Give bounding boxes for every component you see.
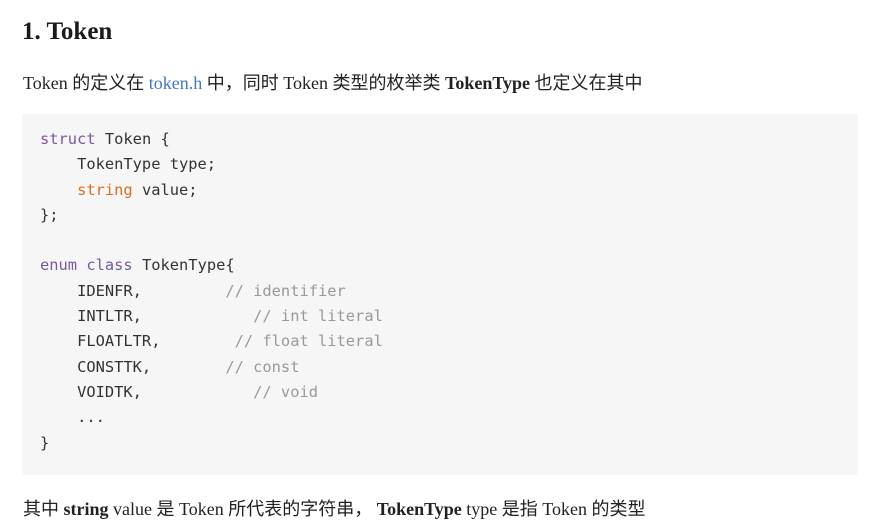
code-token-plain: value; bbox=[132, 180, 198, 199]
outro-prefix: 其中 bbox=[23, 499, 64, 519]
section-heading: 1. Token bbox=[22, 18, 113, 45]
code-token-plain: TokenType type; bbox=[40, 155, 217, 174]
code-line: string value; bbox=[40, 178, 840, 203]
code-lines: struct Token { TokenType type; string va… bbox=[40, 127, 840, 456]
outro-paragraph: 其中 string value 是 Token 所代表的字符串， TokenTy… bbox=[23, 496, 645, 522]
intro-paragraph: Token 的定义在 token.h 中，同时 Token 类型的枚举类 Tok… bbox=[23, 70, 643, 96]
code-line: VOIDTK, // void bbox=[40, 380, 840, 405]
code-block: struct Token { TokenType type; string va… bbox=[22, 114, 858, 475]
code-token-plain: TokenType{ bbox=[132, 256, 235, 275]
code-line: TokenType type; bbox=[40, 152, 840, 177]
intro-suffix: 也定义在其中 bbox=[530, 73, 643, 93]
code-content: struct Token { TokenType type; string va… bbox=[40, 127, 840, 456]
code-token-comment: // void bbox=[253, 382, 318, 401]
code-line: CONSTTK, // const bbox=[40, 355, 840, 380]
intro-middle: 中，同时 Token 类型的枚举类 bbox=[202, 73, 445, 93]
code-line: ... bbox=[40, 405, 840, 430]
code-token-plain: INTLTR, bbox=[40, 307, 254, 326]
code-line: IDENFR, // identifier bbox=[40, 279, 840, 304]
outro-suffix: type 是指 Token 的类型 bbox=[461, 499, 646, 519]
code-token-keyword: enum bbox=[40, 256, 78, 275]
code-token-comment: // identifier bbox=[225, 281, 346, 300]
outro-part2: value 是 Token 所代表的字符串， bbox=[108, 499, 377, 519]
code-token-comment: // int literal bbox=[253, 307, 383, 326]
code-line: enum class TokenType{ bbox=[40, 253, 840, 278]
code-line: }; bbox=[40, 203, 840, 228]
code-token-plain: IDENFR, bbox=[40, 281, 226, 300]
code-token-keyword: class bbox=[86, 256, 133, 275]
code-token-comment: // const bbox=[225, 357, 300, 376]
intro-prefix: Token 的定义在 bbox=[23, 73, 149, 93]
code-token-plain: } bbox=[40, 433, 50, 452]
token-h-link[interactable]: token.h bbox=[149, 73, 203, 93]
code-token-plain: FLOATLTR, bbox=[40, 332, 235, 351]
intro-tokentype-bold: TokenType bbox=[444, 73, 531, 93]
code-token-plain: ... bbox=[40, 408, 105, 427]
code-token-plain: }; bbox=[40, 205, 59, 224]
code-token-keyword: struct bbox=[40, 130, 96, 148]
code-line: FLOATLTR, // float literal bbox=[40, 329, 840, 354]
code-token-comment: // float literal bbox=[234, 332, 383, 351]
code-line: struct Token { bbox=[40, 127, 840, 152]
outro-tokentype-bold: TokenType bbox=[376, 499, 462, 519]
outro-string-bold: string bbox=[63, 499, 109, 519]
code-token-plain: Token { bbox=[95, 130, 170, 148]
code-line: INTLTR, // int literal bbox=[40, 304, 840, 329]
code-token-plain: VOIDTK, bbox=[40, 382, 254, 401]
code-token-plain: CONSTTK, bbox=[40, 357, 226, 376]
code-token-type: string bbox=[77, 180, 133, 199]
code-line: } bbox=[40, 431, 840, 456]
